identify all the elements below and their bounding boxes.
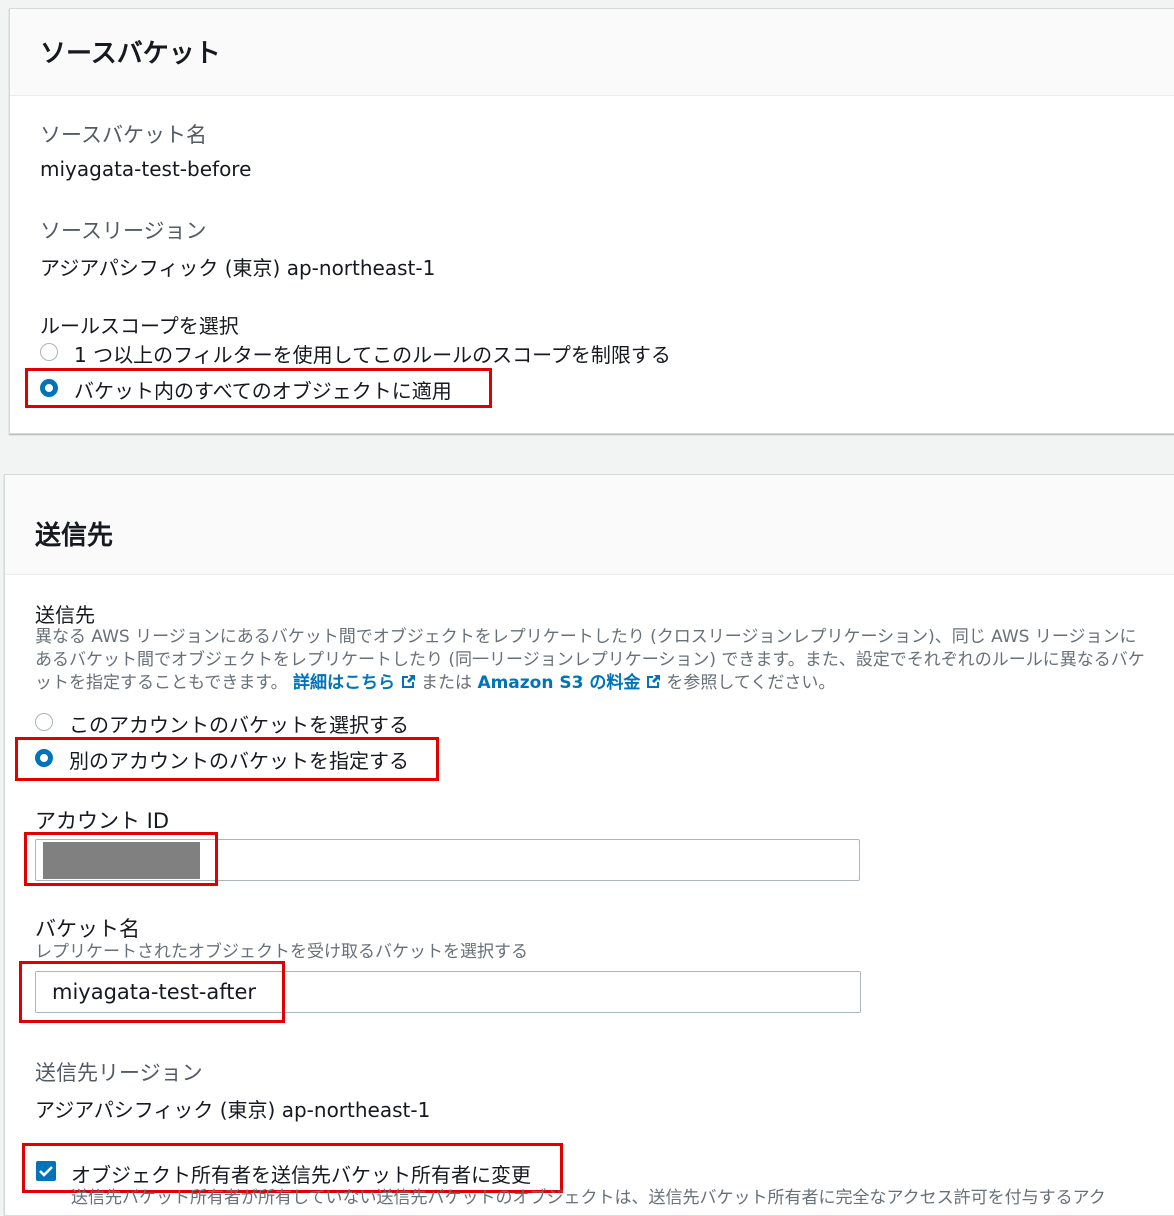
source-bucket-title: ソースバケット (40, 39, 221, 69)
highlight-other-account (15, 737, 439, 781)
destination-title: 送信先 (35, 521, 114, 551)
destination-panel: 送信先 送信先 異なる AWS リージョンにあるバケット間でオブジェクトをレプリ… (4, 474, 1174, 1216)
pricing-link[interactable]: Amazon S3 の料金 (477, 673, 640, 693)
this-account-radio[interactable] (35, 713, 53, 731)
destination-section-label: 送信先 (35, 603, 95, 627)
description-end-text: を参照してください。 (666, 673, 836, 693)
destination-region-label: 送信先リージョン (35, 1061, 203, 1085)
source-bucket-name-value: miyagata-test-before (40, 157, 252, 181)
bucket-name-label: バケット名 (35, 917, 140, 941)
highlight-account-id (24, 832, 218, 886)
external-link-icon[interactable] (399, 673, 417, 698)
source-bucket-name-label: ソースバケット名 (40, 123, 207, 147)
highlight-owner-change (22, 1143, 563, 1193)
source-bucket-panel: ソースバケット ソースバケット名 miyagata-test-before ソー… (9, 8, 1174, 434)
highlight-bucket-name (19, 961, 285, 1023)
destination-region-value: アジアパシフィック (東京) ap-northeast-1 (35, 1098, 431, 1122)
account-id-label: アカウント ID (35, 809, 170, 833)
rule-scope-label: ルールスコープを選択 (40, 314, 239, 338)
external-link-icon[interactable] (644, 673, 662, 698)
destination-description: 異なる AWS リージョンにあるバケット間でオブジェクトをレプリケートしたり (… (35, 626, 1147, 698)
scope-filter-label[interactable]: 1 つ以上のフィルターを使用してこのルールのスコープを制限する (74, 339, 671, 368)
description-mid-text: または (421, 673, 473, 693)
owner-change-description: 送信先バケット所有者が所有していない送信先バケットのオブジェクトは、送信先バケッ… (71, 1188, 1106, 1208)
this-account-label[interactable]: このアカウントのバケットを選択する (69, 709, 409, 738)
scope-filter-radio[interactable] (40, 343, 58, 361)
source-bucket-header: ソースバケット (10, 9, 1174, 96)
source-region-value: アジアパシフィック (東京) ap-northeast-1 (40, 256, 436, 280)
highlight-scope-all (25, 368, 492, 408)
destination-header: 送信先 (5, 475, 1174, 575)
details-link[interactable]: 詳細はこちら (293, 673, 395, 693)
source-region-label: ソースリージョン (40, 219, 207, 243)
